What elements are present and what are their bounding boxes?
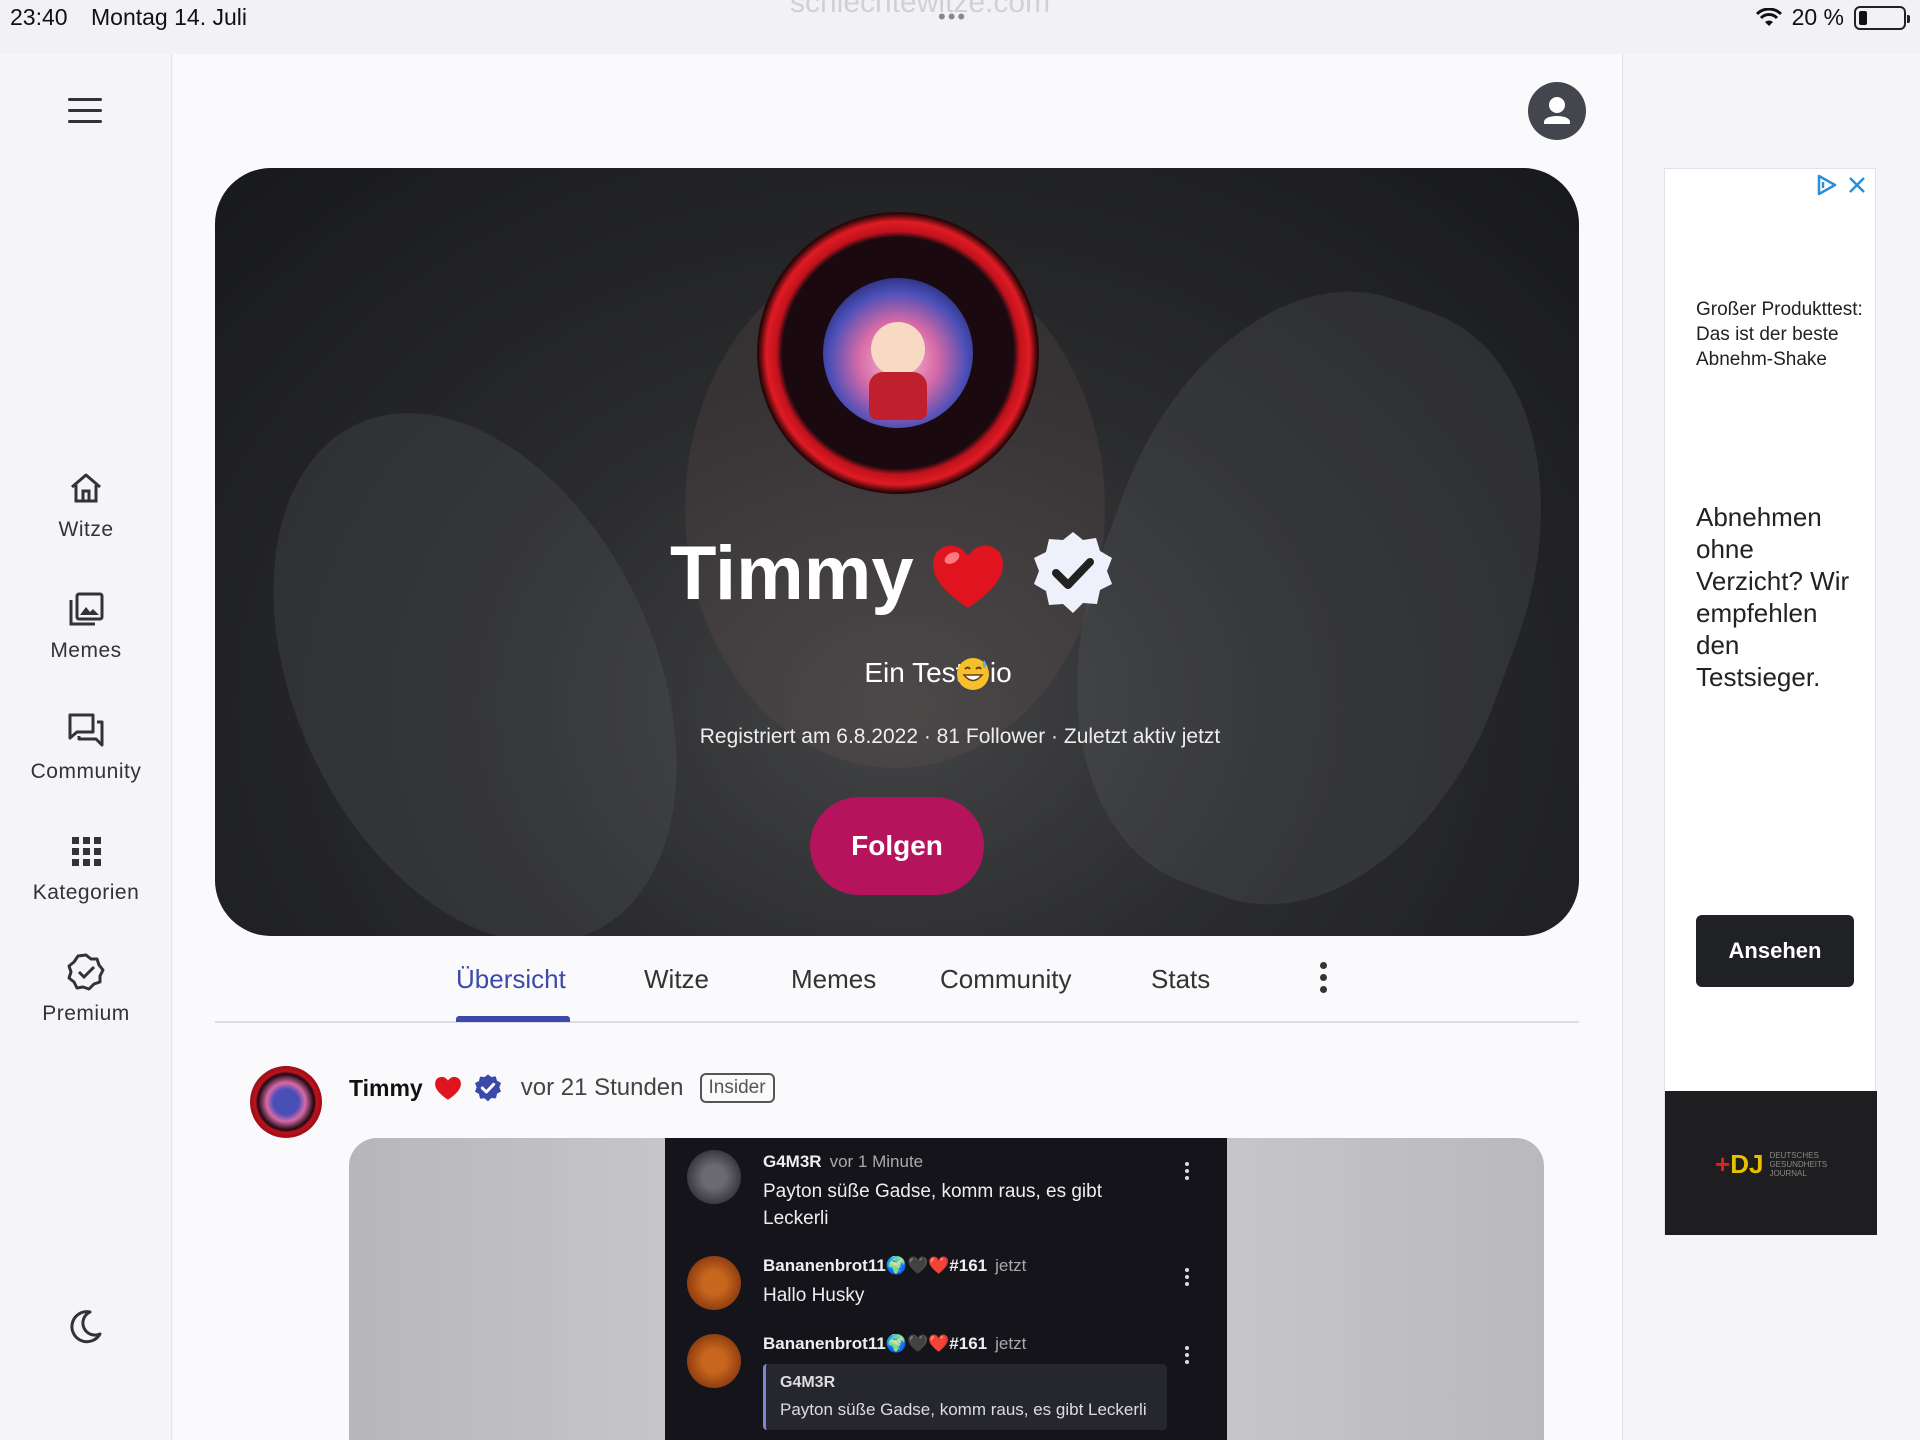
- gallery-icon: [69, 592, 104, 626]
- more-options-icon[interactable]: [1320, 962, 1328, 996]
- grinning-sweat-emoji-icon: [957, 658, 989, 690]
- chat-avatar: [687, 1150, 741, 1204]
- user-icon: [1544, 97, 1570, 124]
- battery-percent: 20 %: [1791, 4, 1844, 30]
- sidebar-item-kategorien[interactable]: Kategorien: [0, 831, 172, 905]
- avatar-art-body: [869, 372, 927, 420]
- chat-author: G4M3R vor 1 Minute: [763, 1152, 923, 1172]
- more-options-icon: [1185, 1268, 1189, 1289]
- chat-text: Hallo Husky: [763, 1285, 865, 1306]
- follow-button[interactable]: Folgen: [810, 797, 984, 895]
- tab-memes[interactable]: Memes: [791, 964, 876, 995]
- ad-logo-text: DEUTSCHES GESUNDHEITS JOURNAL: [1769, 1151, 1828, 1178]
- status-date: Montag 14. Juli: [91, 4, 247, 30]
- chat-time: jetzt: [995, 1256, 1027, 1275]
- adchoices-icon[interactable]: [1815, 173, 1839, 197]
- close-icon[interactable]: [1845, 173, 1869, 197]
- post-author-name[interactable]: Timmy: [349, 1075, 423, 1102]
- chat-time: vor 1 Minute: [829, 1152, 924, 1171]
- chat-text: Payton süße Gadse, komm raus, es gibt Le…: [763, 1181, 1102, 1229]
- sidebar-item-premium[interactable]: Premium: [0, 952, 172, 1026]
- chat-author-name: G4M3R: [763, 1152, 822, 1171]
- menu-icon[interactable]: [68, 98, 102, 124]
- chat-author-name: Bananenbrot11🌍🖤❤️#161: [763, 1256, 988, 1275]
- ad-headline: Großer Produkttest: Das ist der beste Ab…: [1696, 299, 1863, 370]
- chat-author: Bananenbrot11🌍🖤❤️#161 jetzt: [763, 1334, 1026, 1354]
- ad-footer: +DJ DEUTSCHES GESUNDHEITS JOURNAL: [1665, 1091, 1877, 1235]
- tab-witze[interactable]: Witze: [644, 964, 709, 995]
- sidebar-item-label: Witze: [58, 518, 114, 541]
- wifi-icon: [1755, 7, 1782, 26]
- post-timestamp: vor 21 Stunden: [520, 1074, 684, 1101]
- more-options-icon: [1185, 1346, 1189, 1367]
- more-options-icon: [1185, 1162, 1189, 1183]
- dark-mode-icon[interactable]: [66, 1308, 104, 1346]
- heart-icon: [933, 545, 1003, 608]
- chat-screenshot: G4M3R vor 1 Minute Payton süße Gadse, kom…: [665, 1138, 1227, 1440]
- profile-name: Timmy: [670, 531, 914, 616]
- heart-icon: [434, 1076, 461, 1100]
- ad-banner[interactable]: Großer Produkttest: Das ist der beste Ab…: [1664, 168, 1877, 1235]
- insider-badge: Insider: [699, 1073, 775, 1103]
- sidebar-item-witze[interactable]: Witze: [0, 468, 172, 542]
- address-bar-url[interactable]: schlechtewitze.com: [790, 0, 1050, 20]
- quoted-message: G4M3R Payton süße Gadse, komm raus, es g…: [763, 1364, 1167, 1430]
- profile-tabs: Übersicht Witze Memes Community Stats: [215, 950, 1579, 1023]
- home-icon: [71, 473, 101, 503]
- chat-author: Bananenbrot11🌍🖤❤️#161 jetzt: [763, 1256, 1026, 1276]
- tab-community[interactable]: Community: [940, 964, 1071, 995]
- ad-logo-mark: +DJ: [1715, 1149, 1764, 1179]
- multitasking-dots[interactable]: •••: [938, 4, 967, 30]
- quote-author: G4M3R: [780, 1374, 836, 1391]
- ad-controls: [1815, 173, 1869, 197]
- quote-text: Payton süße Gadse, komm raus, es gibt Le…: [780, 1400, 1147, 1419]
- grid-icon: [72, 837, 101, 866]
- status-time: 23:40: [10, 4, 68, 30]
- ad-cta-button[interactable]: Ansehen: [1696, 915, 1854, 987]
- battery-icon: [1854, 5, 1910, 30]
- active-tab-indicator: [456, 1016, 570, 1022]
- sidebar-item-label: Premium: [42, 1002, 130, 1025]
- sidebar-item-label: Community: [30, 760, 142, 783]
- account-button[interactable]: [1528, 82, 1586, 140]
- status-bar: 23:40 Montag 14. Juli schlechtewitze.com…: [0, 0, 1920, 54]
- chat-time: jetzt: [995, 1334, 1027, 1353]
- post-image[interactable]: G4M3R vor 1 Minute Payton süße Gadse, kom…: [349, 1138, 1544, 1440]
- sidebar-item-label: Kategorien: [32, 881, 140, 904]
- profile-avatar[interactable]: [757, 212, 1039, 494]
- post-header: Timmy vor 21 Stunden Insider: [349, 1068, 775, 1108]
- avatar-art-face: [871, 322, 925, 376]
- verified-icon: [1034, 532, 1112, 613]
- ad-logo-mark-text: DJ: [1730, 1149, 1764, 1179]
- chat-avatar: [687, 1256, 741, 1310]
- status-indicators: 20 %: [1755, 4, 1910, 31]
- chat-author-name: Bananenbrot11🌍🖤❤️#161: [763, 1334, 988, 1353]
- tab-uebersicht[interactable]: Übersicht: [456, 964, 566, 995]
- verified-icon: [474, 1074, 501, 1102]
- ad-logo: +DJ DEUTSCHES GESUNDHEITS JOURNAL: [1715, 1149, 1833, 1180]
- sidebar-item-memes[interactable]: Memes: [0, 589, 172, 663]
- chat-avatar: [687, 1334, 741, 1388]
- profile-meta: Registriert am 6.8.2022 · 81 Follower · …: [699, 725, 1221, 748]
- ad-body: Abnehmen ohne Verzicht? Wir empfehlen de…: [1696, 502, 1850, 692]
- badge-icon: [67, 953, 105, 991]
- tab-stats[interactable]: Stats: [1151, 964, 1210, 995]
- post-author-avatar[interactable]: [250, 1066, 322, 1138]
